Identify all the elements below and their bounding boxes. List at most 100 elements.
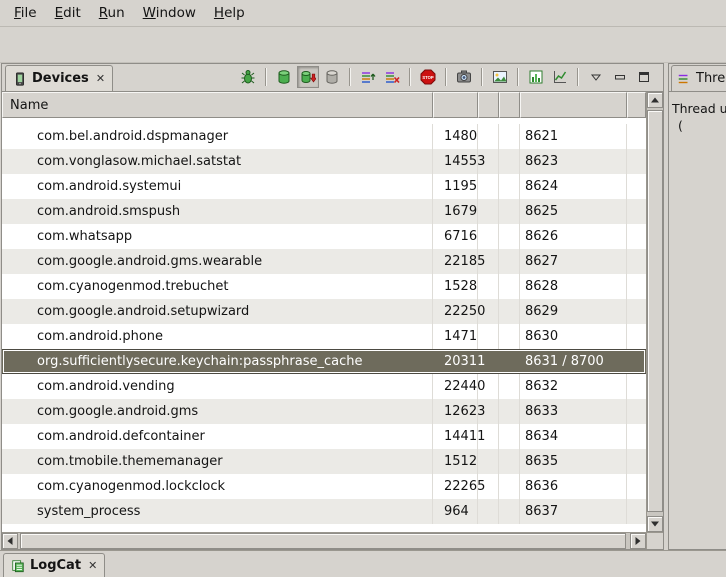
- row-blank1: [478, 424, 499, 449]
- row-blank1: [478, 324, 499, 349]
- update-threads-icon[interactable]: [357, 66, 379, 88]
- table-row[interactable]: com.tmobile.thememanager 1512 8635: [2, 449, 646, 474]
- scroll-right-button[interactable]: [630, 533, 646, 549]
- row-filler: [627, 474, 646, 499]
- row-blank2: [499, 199, 520, 224]
- row-port: 8625: [520, 199, 627, 224]
- column-header-port[interactable]: [520, 92, 627, 118]
- toolbar-separator: [409, 68, 411, 86]
- toolbar-separator: [349, 68, 351, 86]
- menu-file[interactable]: File: [5, 2, 46, 24]
- table-row[interactable]: org.sufficientlysecure.keychain:passphra…: [2, 349, 646, 374]
- row-name: com.google.android.gms: [2, 399, 433, 424]
- maximize-icon[interactable]: [633, 66, 655, 88]
- row-port: 8627: [520, 249, 627, 274]
- menu-edit[interactable]: Edit: [46, 2, 90, 24]
- cause-gc-icon[interactable]: [321, 66, 343, 88]
- row-name: com.bel.android.dspmanager: [2, 124, 433, 149]
- column-header-filler: [627, 92, 646, 118]
- scroll-up-button[interactable]: [647, 92, 663, 108]
- tab-logcat-label: LogCat: [30, 558, 81, 573]
- column-header-blank2[interactable]: [499, 92, 520, 118]
- horizontal-scrollbar[interactable]: [2, 532, 646, 549]
- table-row[interactable]: com.google.android.gms 12623 8633: [2, 399, 646, 424]
- scroll-down-button[interactable]: [647, 516, 663, 532]
- row-blank2: [499, 274, 520, 299]
- threads-icon: [677, 72, 691, 86]
- menu-run[interactable]: Run: [90, 2, 134, 24]
- dump-hprof-icon[interactable]: [297, 66, 319, 88]
- update-heap-icon[interactable]: [273, 66, 295, 88]
- row-pid: 1512: [433, 449, 478, 474]
- row-pid: 1471: [433, 324, 478, 349]
- threads-panel: Threads Thread up (: [668, 63, 726, 550]
- menu-window[interactable]: Window: [134, 2, 205, 24]
- row-blank1: [478, 124, 499, 149]
- table-row[interactable]: com.android.systemui 1195 8624: [2, 174, 646, 199]
- table-row[interactable]: com.android.phone 1471 8630: [2, 324, 646, 349]
- table-row[interactable]: com.android.defcontainer 14411 8634: [2, 424, 646, 449]
- column-header-name[interactable]: Name: [2, 92, 433, 118]
- row-pid: 1528: [433, 274, 478, 299]
- row-pid: 14553: [433, 149, 478, 174]
- debug-process-icon[interactable]: [237, 66, 259, 88]
- table-row[interactable]: com.google.android.gms.wearable 22185 86…: [2, 249, 646, 274]
- dump-threads-icon[interactable]: [381, 66, 403, 88]
- table-row[interactable]: com.cyanogenmod.trebuchet 1528 8628: [2, 274, 646, 299]
- row-pid: 1195: [433, 174, 478, 199]
- row-port: 8626: [520, 224, 627, 249]
- row-name: com.vonglasow.michael.satstat: [2, 149, 433, 174]
- row-port: 8631 / 8700: [520, 350, 627, 373]
- row-pid: 22440: [433, 374, 478, 399]
- row-blank2: [499, 224, 520, 249]
- row-pid: 12623: [433, 399, 478, 424]
- table-row[interactable]: com.android.vending 22440 8632: [2, 374, 646, 399]
- row-name: com.google.android.setupwizard: [2, 299, 433, 324]
- scroll-left-button[interactable]: [2, 533, 18, 549]
- threads-tabbar: Threads: [669, 64, 726, 92]
- toolbar-separator: [445, 68, 447, 86]
- logcat-bar: LogCat ✕: [0, 550, 726, 577]
- table-row[interactable]: com.bel.android.dspmanager 1480 8621: [2, 124, 646, 149]
- row-filler: [627, 350, 646, 373]
- row-pid: 22265: [433, 474, 478, 499]
- row-name: com.cyanogenmod.trebuchet: [2, 274, 433, 299]
- network-stats-icon[interactable]: [549, 66, 571, 88]
- tab-devices[interactable]: Devices ✕: [5, 65, 113, 91]
- screen-record-icon[interactable]: [489, 66, 511, 88]
- stop-label: STOP: [422, 75, 434, 80]
- screen-capture-icon[interactable]: [453, 66, 475, 88]
- horizontal-scroll-thumb[interactable]: [20, 533, 626, 549]
- row-blank1: [478, 199, 499, 224]
- table-row[interactable]: com.android.smspush 1679 8625: [2, 199, 646, 224]
- row-blank1: [478, 374, 499, 399]
- stop-process-icon[interactable]: STOP: [417, 66, 439, 88]
- row-filler: [627, 124, 646, 149]
- tab-logcat[interactable]: LogCat ✕: [3, 553, 105, 577]
- row-filler: [627, 149, 646, 174]
- vertical-scroll-thumb[interactable]: [647, 110, 663, 512]
- menu-help[interactable]: Help: [205, 2, 254, 24]
- minimize-icon[interactable]: [609, 66, 631, 88]
- close-icon[interactable]: ✕: [96, 73, 105, 84]
- close-icon[interactable]: ✕: [88, 560, 97, 571]
- row-blank2: [499, 399, 520, 424]
- table-row[interactable]: com.google.android.setupwizard 22250 862…: [2, 299, 646, 324]
- view-menu-icon[interactable]: [585, 66, 607, 88]
- tab-threads[interactable]: Threads: [671, 65, 726, 91]
- row-name: org.sufficientlysecure.keychain:passphra…: [2, 350, 433, 373]
- row-blank1: [478, 449, 499, 474]
- sysinfo-icon[interactable]: [525, 66, 547, 88]
- column-header-pid[interactable]: [433, 92, 478, 118]
- table-row[interactable]: system_process 964 8637: [2, 499, 646, 524]
- row-blank2: [499, 424, 520, 449]
- column-header-blank1[interactable]: [478, 92, 499, 118]
- vertical-scrollbar[interactable]: [646, 92, 663, 532]
- device-table-body: com.bel.android.dspmanager 1480 8621 com…: [2, 118, 646, 532]
- table-row[interactable]: com.cyanogenmod.lockclock 22265 8636: [2, 474, 646, 499]
- table-row[interactable]: com.whatsapp 6716 8626: [2, 224, 646, 249]
- devices-panel: Devices ✕: [1, 63, 664, 550]
- row-filler: [627, 499, 646, 524]
- table-row[interactable]: com.vonglasow.michael.satstat 14553 8623: [2, 149, 646, 174]
- row-filler: [627, 374, 646, 399]
